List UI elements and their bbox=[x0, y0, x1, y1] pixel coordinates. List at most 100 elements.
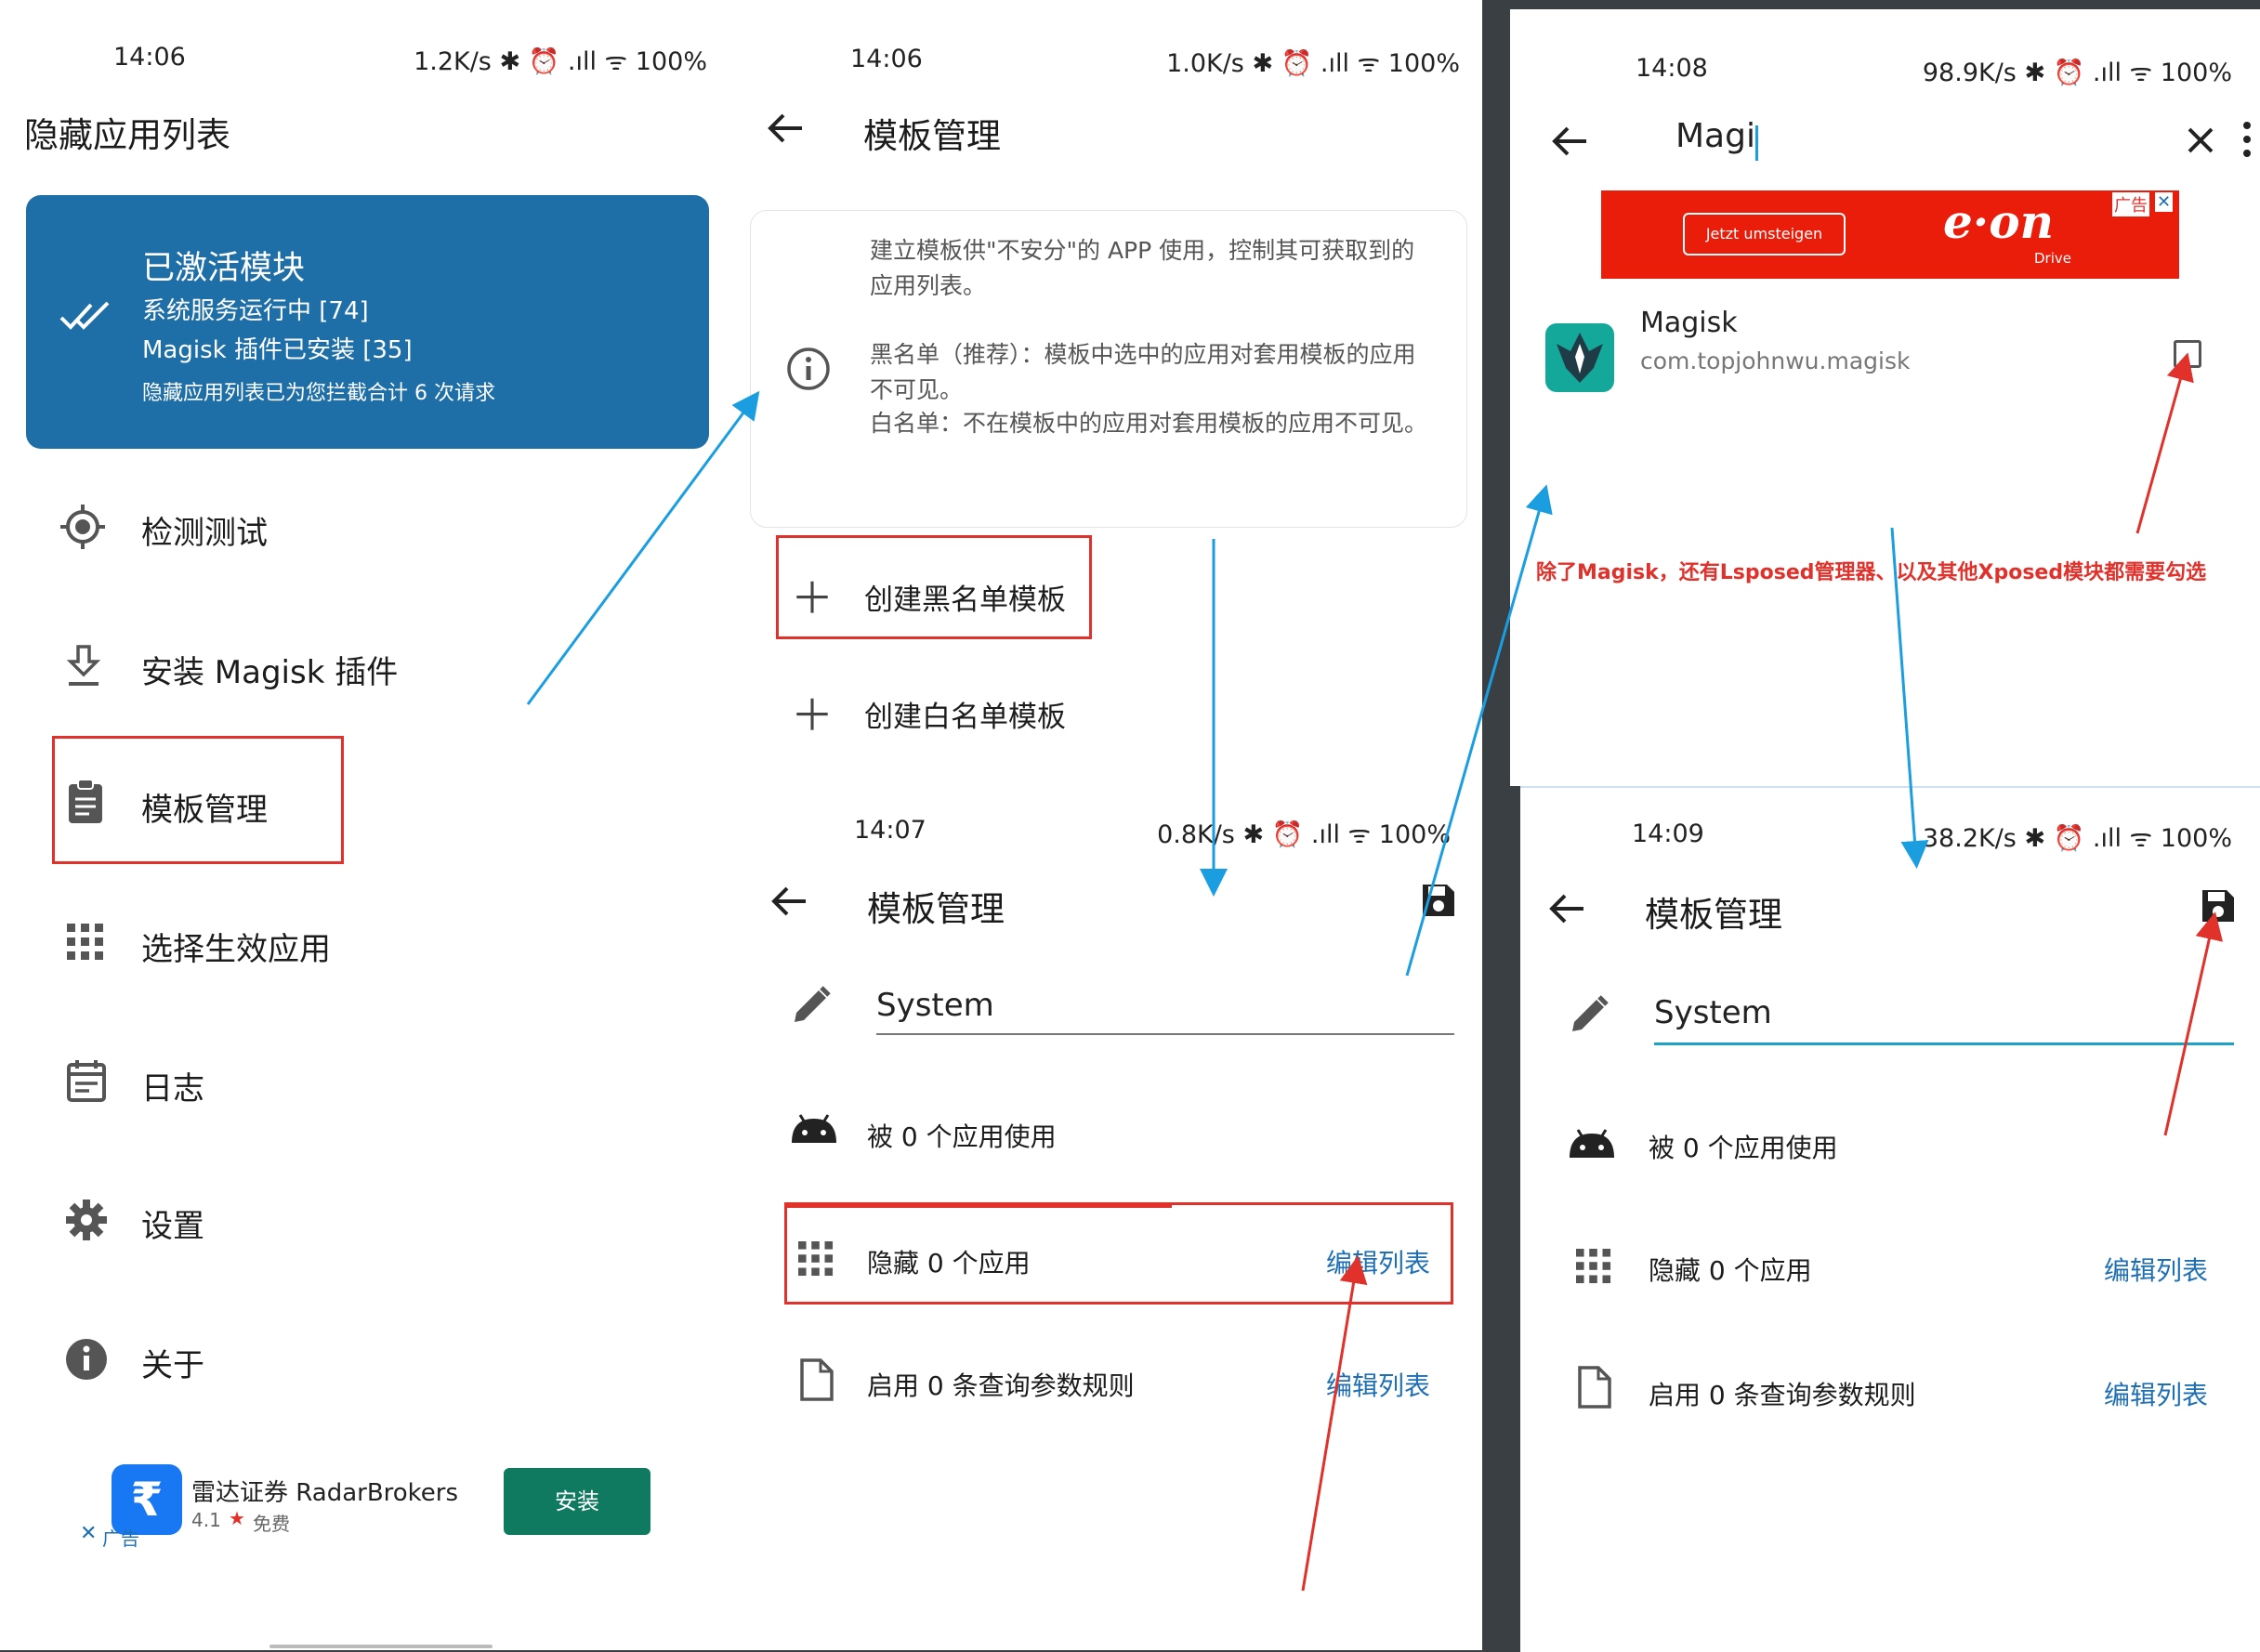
menu-label: 选择生效应用 bbox=[141, 931, 331, 968]
eon-ad-banner[interactable]: Jetzt umsteigen e·on Drive 广告 ✕ bbox=[1601, 190, 2179, 279]
status-time: 14:06 bbox=[850, 45, 923, 73]
calendar-icon bbox=[67, 1060, 106, 1102]
file-icon bbox=[1578, 1366, 1611, 1409]
create-whitelist-button[interactable]: ＋ 创建白名单模板 bbox=[739, 665, 1482, 754]
query-rules-row[interactable]: 启用 0 条查询参数规则 编辑列表 bbox=[739, 1338, 1482, 1431]
ad-rating: 4.1 bbox=[191, 1509, 221, 1531]
gear-icon bbox=[66, 1200, 107, 1240]
app-name: Magisk bbox=[1640, 307, 1738, 339]
create-whitelist-label: 创建白名单模板 bbox=[864, 701, 1066, 734]
menu-label: 日志 bbox=[141, 1070, 204, 1108]
page-title: 模板管理 bbox=[1645, 895, 1782, 935]
hide-apps-row[interactable]: 隐藏 0 个应用 编辑列表 bbox=[1520, 1221, 2260, 1314]
nav-handle bbox=[269, 1645, 493, 1648]
menu-item-install-plugin[interactable]: 安装 Magisk 插件 bbox=[0, 623, 739, 712]
highlight-template-manage bbox=[52, 736, 344, 864]
info-icon bbox=[66, 1339, 107, 1380]
edit-query-list-link[interactable]: 编辑列表 bbox=[2104, 1375, 2208, 1412]
used-by-count: 被 0 个应用使用 bbox=[867, 1121, 1057, 1152]
text-cursor bbox=[1754, 125, 1758, 161]
close-icon[interactable] bbox=[2187, 126, 2214, 154]
menu-label: 设置 bbox=[141, 1208, 204, 1245]
download-icon bbox=[66, 645, 101, 686]
more-vert-icon[interactable] bbox=[2242, 121, 2252, 158]
panel-template-edit-2: 14:09 38.2K/s ✱ ⏰ .ıll ᯤ 100% 模板管理 Syste… bbox=[1520, 786, 2260, 1652]
template-name-value: System bbox=[1654, 994, 1772, 1031]
ad-cta-label: Jetzt umsteigen bbox=[1705, 225, 1823, 243]
search-value: Magi bbox=[1675, 117, 1755, 155]
ad-install-label: 安装 bbox=[555, 1488, 599, 1514]
card-line3: 隐藏应用列表已为您拦截合计 6 次请求 bbox=[142, 382, 495, 405]
menu-item-detect[interactable]: 检测测试 bbox=[0, 483, 739, 572]
back-arrow-icon[interactable] bbox=[1548, 892, 1585, 925]
ad-install-button[interactable]: 安装 bbox=[504, 1468, 650, 1535]
hide-apps-count: 隐藏 0 个应用 bbox=[1649, 1255, 1812, 1286]
used-by-count: 被 0 个应用使用 bbox=[1649, 1133, 1838, 1163]
status-bar-right: 1.2K/s ✱ ⏰ .ıll ᯤ 100% bbox=[414, 43, 707, 77]
app-row-magisk[interactable]: Magisk com.topjohnwu.magisk bbox=[1510, 288, 2260, 400]
status-time: 14:06 bbox=[113, 43, 186, 72]
info-text-1: 建立模板供"不安分"的 APP 使用，控制其可获取到的应用列表。 bbox=[870, 237, 1415, 299]
page-title: 模板管理 bbox=[863, 116, 1001, 156]
back-arrow-icon[interactable] bbox=[770, 885, 808, 918]
status-bar-right: 0.8K/s ✱ ⏰ .ıll ᯤ 100% bbox=[1157, 816, 1451, 850]
net-speed: 38.2K/s bbox=[1922, 824, 2017, 853]
battery-text: 100% bbox=[635, 47, 707, 76]
info-text-2: 黑名单（推荐）：模板中选中的应用对套用模板的应用不可见。 bbox=[870, 341, 1416, 403]
back-arrow-icon[interactable] bbox=[1551, 125, 1588, 158]
save-icon[interactable] bbox=[1421, 883, 1456, 918]
ad-cta-button[interactable]: Jetzt umsteigen bbox=[1683, 213, 1846, 256]
plus-icon: ＋ bbox=[791, 690, 834, 741]
eon-logo: e·on bbox=[1943, 194, 2054, 249]
status-bar-right: 98.9K/s ✱ ⏰ .ıll ᯤ 100% bbox=[1923, 54, 2232, 88]
template-name-input[interactable]: System bbox=[876, 987, 1454, 1035]
status-icons: ✱ ⏰ .ıll ᯤ bbox=[2024, 59, 2153, 87]
ad-free: 免费 bbox=[253, 1513, 290, 1535]
menu-label: 安装 Magisk 插件 bbox=[141, 654, 399, 691]
net-speed: 1.0K/s bbox=[1166, 49, 1244, 78]
card-line1: 系统服务运行中 [74] bbox=[142, 297, 369, 325]
android-icon bbox=[792, 1114, 836, 1143]
status-time: 14:09 bbox=[1632, 819, 1704, 848]
status-time: 14:08 bbox=[1636, 54, 1708, 83]
back-arrow-icon[interactable] bbox=[767, 111, 804, 145]
panel-app-search: 14:08 98.9K/s ✱ ⏰ .ıll ᯤ 100% Magi Jetzt… bbox=[1510, 9, 2260, 786]
ad-close-icon[interactable]: ✕ bbox=[80, 1522, 97, 1545]
net-speed: 1.2K/s bbox=[414, 47, 492, 76]
menu-label: 检测测试 bbox=[141, 515, 268, 552]
info-text-3: 白名单：不在模板中的应用对套用模板的应用不可见。 bbox=[870, 410, 1428, 437]
edit-query-list-link[interactable]: 编辑列表 bbox=[1326, 1366, 1430, 1403]
card-title: 已激活模块 bbox=[142, 250, 306, 287]
info-card: 建立模板供"不安分"的 APP 使用，控制其可获取到的应用列表。 黑名单（推荐）… bbox=[750, 210, 1467, 528]
panel-template-intro: 14:06 1.0K/s ✱ ⏰ .ıll ᯤ 100% 模板管理 建立模板供"… bbox=[739, 0, 1482, 780]
save-icon[interactable] bbox=[2201, 888, 2236, 924]
menu-item-select-apps[interactable]: 选择生效应用 bbox=[0, 899, 739, 989]
app-checkbox[interactable] bbox=[2174, 340, 2201, 368]
target-icon bbox=[60, 505, 105, 549]
edit-hide-list-link[interactable]: 编辑列表 bbox=[2104, 1251, 2208, 1288]
magisk-app-icon bbox=[1545, 323, 1614, 392]
net-speed: 0.8K/s bbox=[1157, 820, 1235, 849]
menu-item-settings[interactable]: 设置 bbox=[0, 1176, 739, 1265]
apps-grid-icon bbox=[67, 924, 103, 960]
pencil-icon bbox=[795, 986, 831, 1022]
status-bar-right: 1.0K/s ✱ ⏰ .ıll ᯤ 100% bbox=[1166, 45, 1460, 79]
ad-banner[interactable]: ₹ 雷达证券 RadarBrokers 4.1 ★ 免费 ✕ 广告 安装 bbox=[74, 1459, 669, 1561]
android-icon bbox=[1570, 1129, 1614, 1158]
annotation-text: 除了Magisk，还有Lsposed管理器、以及其他Xposed模块都需要勾选 bbox=[1536, 561, 2207, 584]
ad-close-icon[interactable]: ✕ bbox=[2155, 192, 2174, 212]
query-rules-row[interactable]: 启用 0 条查询参数规则 编辑列表 bbox=[1520, 1345, 2260, 1438]
app-package: com.topjohnwu.magisk bbox=[1640, 347, 1911, 374]
search-input[interactable]: Magi bbox=[1675, 117, 2103, 165]
status-icons: ✱ ⏰ .ıll ᯤ bbox=[2024, 824, 2153, 853]
ad-tag: 广告 bbox=[2112, 192, 2149, 216]
star-icon: ★ bbox=[229, 1507, 245, 1529]
battery-text: 100% bbox=[1378, 820, 1451, 849]
status-card[interactable]: 已激活模块 系统服务运行中 [74] Magisk 插件已安装 [35] 隐藏应… bbox=[26, 195, 709, 449]
template-name-input[interactable]: System bbox=[1654, 994, 2234, 1045]
status-time: 14:07 bbox=[854, 816, 926, 845]
status-bar-right: 38.2K/s ✱ ⏰ .ıll ᯤ 100% bbox=[1923, 819, 2232, 854]
file-icon bbox=[800, 1358, 834, 1401]
menu-item-log[interactable]: 日志 bbox=[0, 1039, 739, 1128]
menu-item-about[interactable]: 关于 bbox=[0, 1316, 739, 1405]
